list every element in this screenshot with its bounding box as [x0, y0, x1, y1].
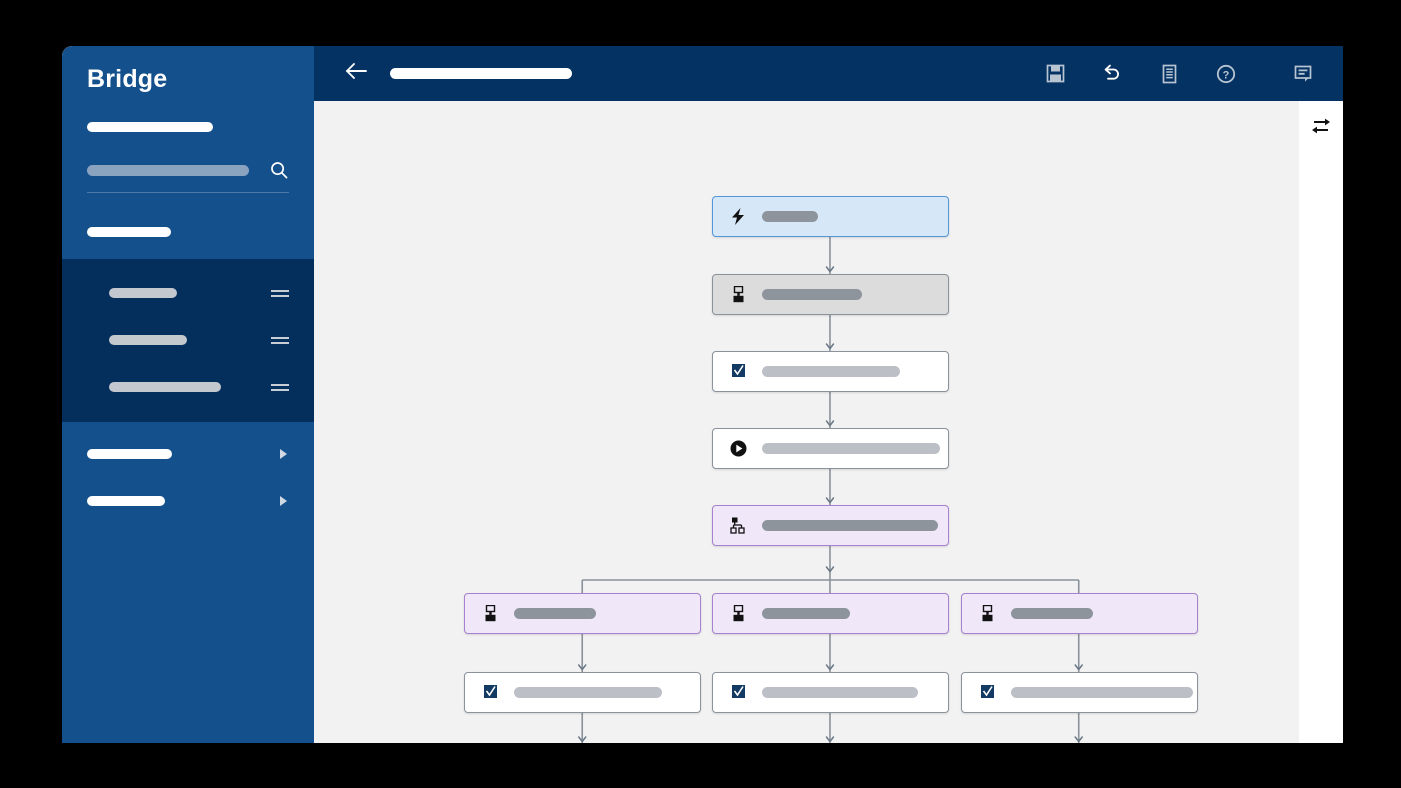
sidebar-item-label [109, 334, 187, 345]
sidebar-collapsed-label [87, 448, 172, 459]
flow-node-label [762, 208, 818, 226]
sidebar-group-expanded [62, 259, 314, 422]
screenshot-stage: Bridge ? [0, 0, 1401, 788]
main-area: ? [314, 46, 1343, 743]
sidebar-collapsed-section-2[interactable] [62, 477, 314, 524]
flow-node-run-1[interactable] [712, 428, 949, 469]
right-rail [1299, 101, 1343, 743]
robot-icon [978, 604, 997, 623]
sidebar-item-1[interactable] [62, 269, 314, 316]
flow-node-label [1011, 605, 1093, 623]
flow-node-label [762, 605, 850, 623]
app-brand-title: Bridge [87, 65, 168, 93]
help-button[interactable]: ? [1214, 62, 1238, 86]
flow-node-branch-task-3[interactable] [961, 672, 1198, 713]
panel-toggle-button[interactable] [1308, 113, 1334, 139]
flow-node-label [514, 605, 596, 623]
workspace [314, 101, 1343, 743]
play-icon [729, 439, 748, 458]
drag-handle-icon[interactable] [271, 335, 289, 345]
robot-icon [481, 604, 500, 623]
undo-button[interactable] [1100, 62, 1124, 86]
checkbox-icon [729, 683, 748, 702]
search-icon[interactable] [269, 160, 289, 180]
flow-node-branch-agent-1[interactable] [464, 593, 701, 634]
flow-node-agent-1[interactable] [712, 274, 949, 315]
sidebar: Bridge [62, 46, 314, 743]
chevron-right-icon[interactable] [280, 495, 287, 506]
flow-node-label [762, 684, 918, 702]
sidebar-search[interactable] [87, 160, 289, 193]
top-bar-actions: ? [1043, 62, 1343, 86]
svg-text:?: ? [1223, 69, 1230, 81]
flow-node-task-1[interactable] [712, 351, 949, 392]
flow-node-label [514, 684, 662, 702]
sidebar-item-label [109, 287, 177, 298]
sidebar-item-label [109, 381, 221, 392]
sidebar-section-label [62, 193, 314, 245]
drag-handle-icon[interactable] [271, 382, 289, 392]
app-window: Bridge ? [62, 46, 1343, 743]
flow-canvas[interactable] [314, 101, 1299, 743]
chevron-right-icon[interactable] [280, 448, 287, 459]
top-bar: ? [314, 46, 1343, 101]
flow-node-label [762, 440, 940, 458]
sidebar-nav-label [62, 94, 314, 138]
document-button[interactable] [1157, 62, 1181, 86]
comments-button[interactable] [1291, 62, 1315, 86]
branch-icon [729, 516, 748, 535]
sidebar-section-label-text [87, 226, 171, 237]
flow-node-branch-agent-3[interactable] [961, 593, 1198, 634]
checkbox-icon [481, 683, 500, 702]
flow-node-branch-agent-2[interactable] [712, 593, 949, 634]
flow-nodes [314, 101, 1299, 743]
checkbox-icon [978, 683, 997, 702]
robot-icon [729, 285, 748, 304]
sidebar-item-3[interactable] [62, 363, 314, 410]
checkbox-icon [729, 362, 748, 381]
drag-handle-icon[interactable] [271, 288, 289, 298]
robot-icon [729, 604, 748, 623]
page-title-text [390, 67, 572, 79]
flow-node-label [762, 517, 938, 535]
flow-node-branch[interactable] [712, 505, 949, 546]
flow-node-trigger[interactable] [712, 196, 949, 237]
sidebar-collapsed-label [87, 495, 165, 506]
flow-node-label [1011, 684, 1193, 702]
page-title [390, 65, 572, 83]
flow-node-branch-task-1[interactable] [464, 672, 701, 713]
sidebar-nav-label-text [87, 121, 213, 132]
flow-node-label [762, 363, 900, 381]
lightning-icon [729, 207, 748, 226]
back-arrow-icon[interactable] [344, 61, 368, 86]
sidebar-item-2[interactable] [62, 316, 314, 363]
flow-node-branch-task-2[interactable] [712, 672, 949, 713]
flow-node-label [762, 286, 862, 304]
search-input[interactable] [87, 164, 249, 176]
sidebar-collapsed-section-1[interactable] [62, 430, 314, 477]
save-button[interactable] [1043, 62, 1067, 86]
